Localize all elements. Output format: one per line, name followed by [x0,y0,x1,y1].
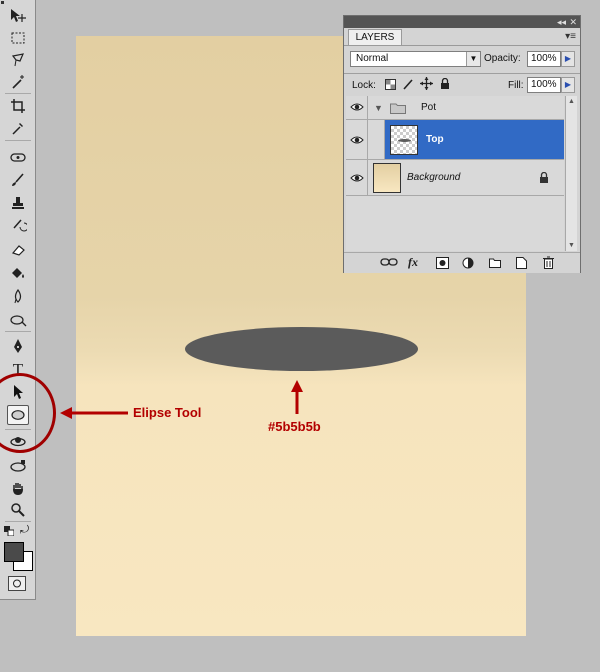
quick-mask-icon[interactable] [8,576,26,591]
link-layers-icon[interactable] [380,257,398,267]
lock-all-icon[interactable] [440,78,450,90]
magic-wand-tool-icon[interactable] [7,72,29,92]
zoom-tool-icon[interactable] [7,500,29,520]
annotation-color-label: #5b5b5b [268,419,321,434]
expand-triangle-icon[interactable]: ▼ [374,103,383,113]
layer-thumbnail-background [373,163,401,193]
history-brush-tool-icon[interactable] [7,216,29,236]
crop-tool-icon[interactable] [7,96,29,116]
layer-name-top: Top [426,134,444,145]
thumbnail-ellipse [398,139,411,142]
layer-thumbnail-top [390,125,418,155]
tool-separator [5,140,31,141]
tool-separator [5,331,31,332]
tab-divider [344,45,580,46]
foreground-color-swatch[interactable] [4,542,24,562]
default-colors-icon[interactable] [4,526,14,536]
layers-panel: ◂◂ ✕ LAYERS ▾≡ Normal ▼ Opacity: 100% ▶ … [343,15,581,273]
layers-scrollbar[interactable]: ▲ ▼ [565,96,577,251]
blur-tool-icon[interactable] [7,286,29,306]
marquee-tool-icon[interactable] [7,28,29,48]
new-group-icon[interactable] [489,258,501,268]
lock-transparent-icon[interactable] [385,79,396,90]
new-layer-icon[interactable] [516,257,527,269]
scroll-down-icon[interactable]: ▼ [567,242,576,249]
scroll-up-icon[interactable]: ▲ [567,98,576,105]
panel-grip [1,1,4,4]
layer-name-pot: Pot [421,102,437,113]
visibility-column [346,96,368,119]
tools-panel: T ⤾ [0,0,36,600]
collapse-panel-icon[interactable]: ◂◂ [557,17,566,27]
layer-row-top[interactable]: Top [346,120,564,160]
panel-title-bar[interactable]: ◂◂ ✕ [344,16,580,28]
eye-icon[interactable] [350,102,364,112]
layer-name-background: Background [407,172,461,183]
annotation-circle-tool [0,373,56,453]
tool-separator [5,93,31,94]
blend-mode-value: Normal [356,53,389,64]
drawn-ellipse-shape[interactable] [185,327,418,371]
folder-icon [390,103,406,114]
opacity-slider-button[interactable]: ▶ [561,51,575,67]
lasso-tool-icon[interactable] [7,50,29,70]
eye-icon[interactable] [350,135,364,145]
3d-orbit-tool-icon[interactable] [7,456,29,476]
fx-icon[interactable]: fx [408,256,418,268]
annotation-tool-label: Elipse Tool [133,405,202,420]
dodge-tool-icon[interactable] [7,310,29,330]
visibility-column [346,160,368,195]
delete-layer-icon[interactable] [543,256,554,269]
opacity-input[interactable]: 100% [527,51,561,67]
panel-menu-icon[interactable]: ▾≡ [565,31,576,42]
tool-separator [5,521,31,522]
pen-tool-icon[interactable] [7,336,29,356]
layer-list: ▼ Pot Top Background [346,96,564,251]
eyedropper-tool-icon[interactable] [7,118,29,138]
spot-healing-tool-icon[interactable] [7,147,29,167]
panel-divider [344,73,580,74]
clone-stamp-tool-icon[interactable] [7,193,29,213]
brush-tool-icon[interactable] [7,170,29,190]
add-mask-icon[interactable] [436,257,449,269]
opacity-label: Opacity: [484,53,521,64]
fill-label: Fill: [508,80,524,91]
blend-mode-select[interactable]: Normal ▼ [350,51,481,67]
layer-row-background[interactable]: Background [346,160,564,196]
lock-image-icon[interactable] [402,78,414,90]
layer-row-pot[interactable]: ▼ Pot [346,96,564,120]
eraser-tool-icon[interactable] [7,240,29,260]
chevron-down-icon: ▼ [466,52,480,66]
fill-input[interactable]: 100% [527,77,561,93]
close-panel-icon[interactable]: ✕ [569,17,577,27]
lock-icon [540,172,548,183]
hand-tool-icon[interactable] [7,479,29,499]
annotation-arrow-up-icon [291,380,303,414]
annotation-arrow-left-icon [60,407,128,419]
lock-position-icon[interactable] [420,77,433,90]
fill-slider-button[interactable]: ▶ [561,77,575,93]
move-tool-icon[interactable] [7,6,29,26]
lock-label: Lock: [352,80,376,91]
adjustment-layer-icon[interactable] [462,257,474,269]
swap-colors-icon[interactable]: ⤾ [20,524,29,537]
layer-link-column [368,120,385,159]
layers-bottom-toolbar: fx [344,252,580,273]
visibility-column [346,120,368,159]
tab-layers[interactable]: LAYERS [348,29,402,46]
eye-icon[interactable] [350,173,364,183]
paint-bucket-tool-icon[interactable] [7,263,29,283]
